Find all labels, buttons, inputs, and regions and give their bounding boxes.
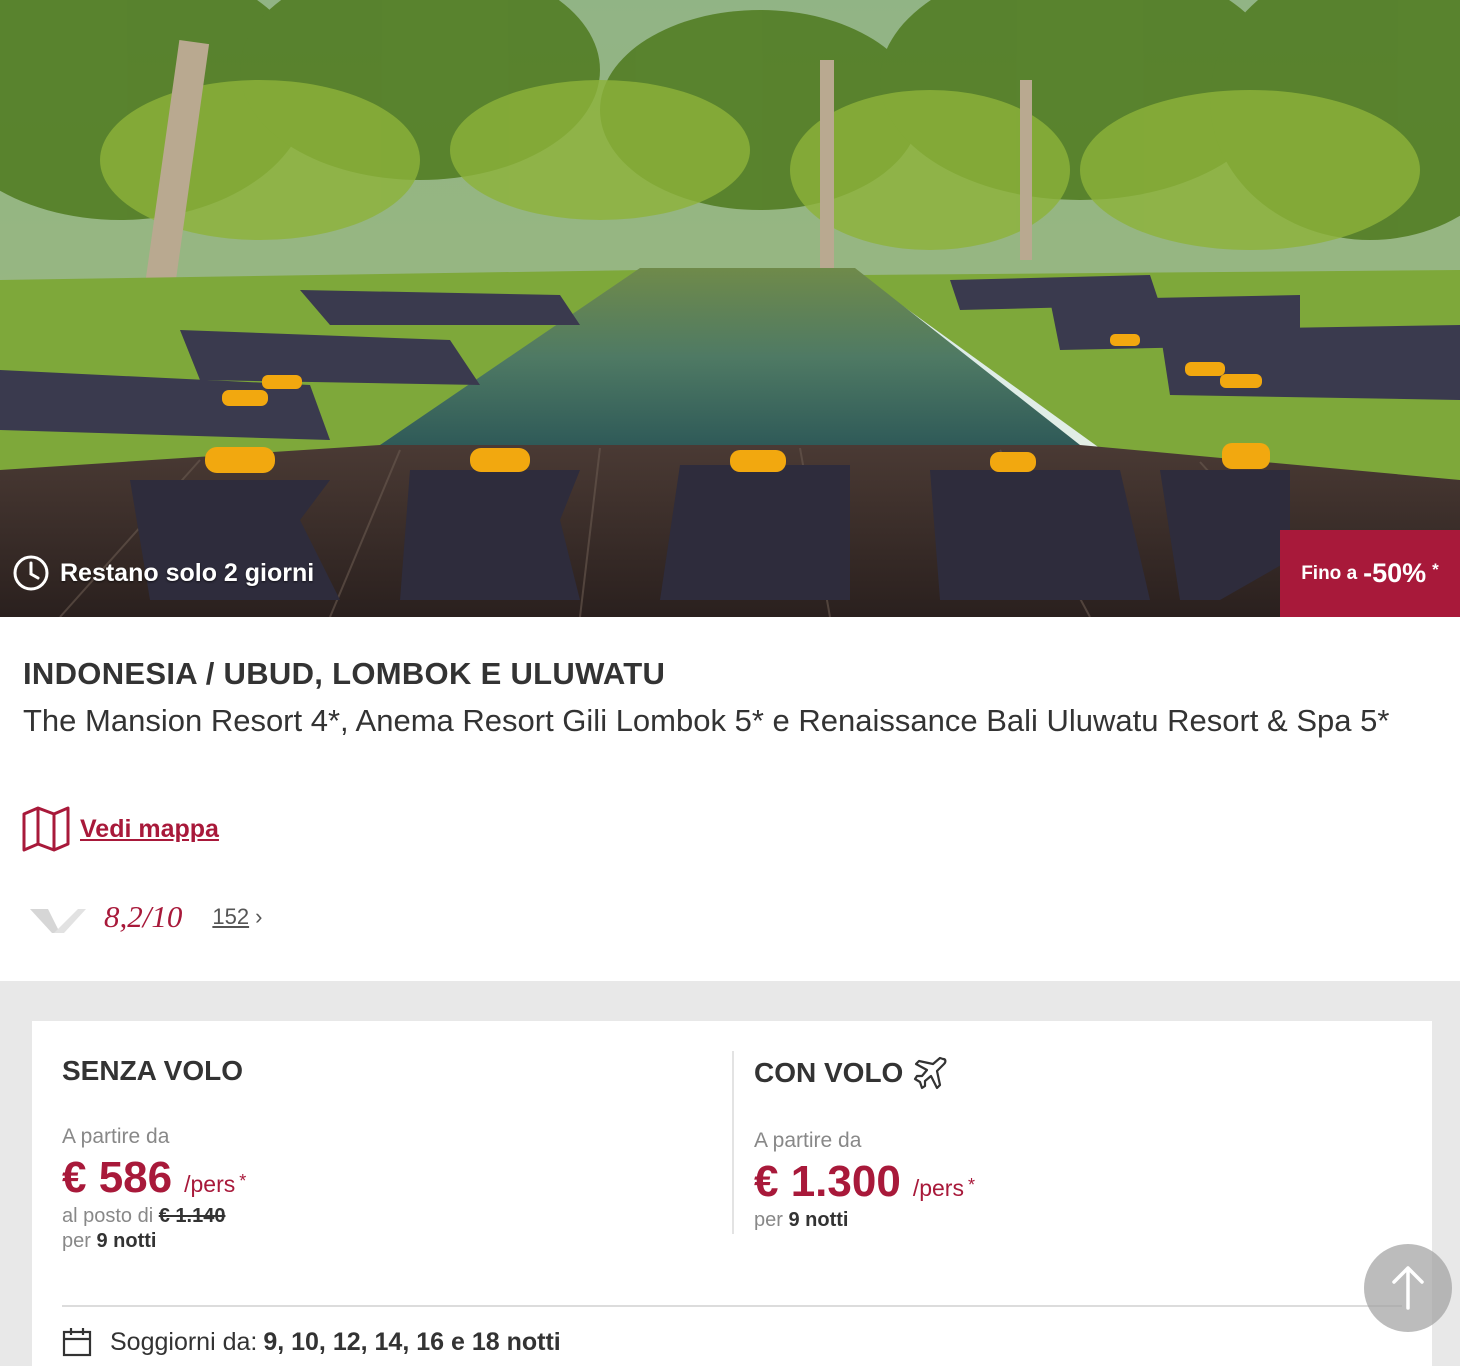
countdown-badge: Restano solo 2 giorni xyxy=(12,554,314,592)
stays-values: 9, 10, 12, 14, 16 e 18 notti xyxy=(263,1327,561,1356)
discount-value: -50% xyxy=(1363,558,1427,588)
section-divider xyxy=(62,1305,1402,1307)
hotels-list: The Mansion Resort 4*, Anema Resort Gili… xyxy=(23,703,1390,738)
calendar-icon xyxy=(62,1328,92,1357)
scroll-to-top-button[interactable] xyxy=(1364,1244,1452,1332)
without-flight-title: SENZA VOLO xyxy=(62,1055,243,1086)
discount-star: * xyxy=(1432,559,1439,579)
map-link-label: Vedi mappa xyxy=(80,814,219,843)
clock-icon xyxy=(13,555,49,591)
review-count-link[interactable]: 152 xyxy=(212,904,249,930)
countdown-text: Restano solo 2 giorni xyxy=(60,558,315,587)
old-price: € 1.140 xyxy=(158,1205,226,1227)
stays-row: Soggiorni da: 9, 10, 12, 14, 16 e 18 not… xyxy=(62,1327,561,1357)
nights-label: per xyxy=(62,1230,91,1252)
with-flight-title: CON VOLO xyxy=(754,1057,904,1088)
from-label: A partire da xyxy=(62,1125,170,1148)
hero-image[interactable]: Restano solo 2 giorni Fino a -50% * xyxy=(0,0,1460,617)
resort-pool-photo xyxy=(0,0,1460,617)
per-person-label: /pers xyxy=(184,1171,236,1197)
instead-of-label: al posto di xyxy=(62,1205,154,1227)
per-person-label: /pers xyxy=(912,1175,964,1201)
pricing-card: SENZA VOLO A partire da € 586 /pers * al … xyxy=(32,1021,1432,1366)
rating-row: 8,2/10 152 › xyxy=(30,895,262,939)
with-flight-column[interactable]: CON VOLO A partire da € 1.300 /pers * per… xyxy=(754,1055,975,1232)
stays-label: Soggiorni da: xyxy=(110,1327,258,1356)
price-footnote-star: * xyxy=(239,1171,247,1191)
review-logo-icon xyxy=(30,909,86,933)
discount-prefix: Fino a xyxy=(1301,562,1358,584)
map-icon xyxy=(22,806,70,852)
without-flight-column[interactable]: SENZA VOLO A partire da € 586 /pers * al … xyxy=(62,1055,246,1253)
chevron-right-icon[interactable]: › xyxy=(255,904,262,930)
nights-label: per xyxy=(754,1209,783,1231)
destination-title: INDONESIA / UBUD, LOMBOK E ULUWATU xyxy=(23,656,666,691)
column-divider xyxy=(732,1051,734,1234)
discount-badge: Fino a -50% * xyxy=(1280,530,1460,617)
price-with-flight: € 1.300 xyxy=(754,1157,901,1206)
arrow-up-icon xyxy=(1392,1266,1424,1310)
price-footnote-star: * xyxy=(967,1175,975,1195)
rating-score: 8,2/10 xyxy=(104,899,183,934)
airplane-icon xyxy=(914,1056,947,1090)
from-label: A partire da xyxy=(754,1129,862,1152)
nights-value: 9 notti xyxy=(96,1230,157,1252)
nights-value: 9 notti xyxy=(788,1209,849,1231)
map-link[interactable]: Vedi mappa xyxy=(22,806,219,852)
price-without-flight: € 586 xyxy=(62,1153,173,1202)
